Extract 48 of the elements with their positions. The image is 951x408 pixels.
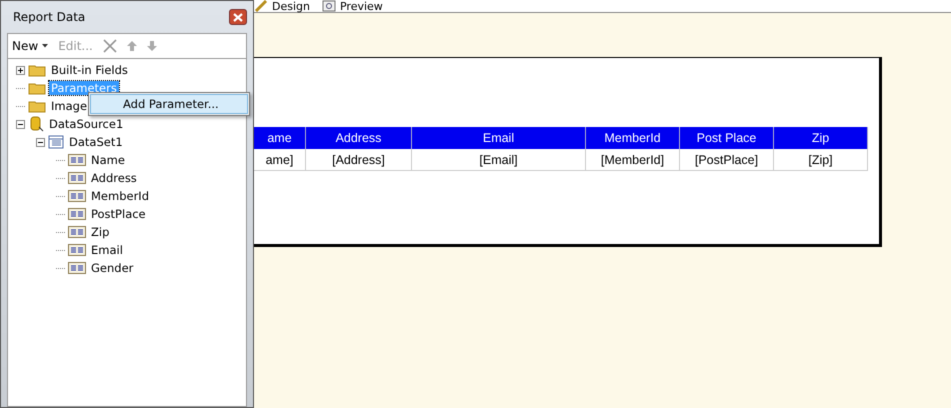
column-header: Address — [306, 127, 412, 149]
tab[interactable]: Preview — [340, 0, 383, 12]
table-cell: [Address] — [306, 149, 412, 171]
field-icon — [68, 244, 86, 256]
table-cell: [Email] — [412, 149, 586, 171]
field-icon — [68, 262, 86, 274]
folder-icon — [28, 99, 46, 113]
menu-item[interactable]: Add Parameter... — [90, 94, 248, 114]
column-header: Email — [412, 127, 586, 149]
preview-icon — [322, 0, 336, 12]
column-header: Post Place — [680, 127, 774, 149]
pencil-icon — [254, 0, 268, 12]
new-dropdown[interactable]: New — [12, 39, 48, 53]
table-cell: ame] — [254, 149, 306, 171]
tab[interactable]: Design — [272, 0, 310, 12]
tree-item[interactable]: DataSource1 — [47, 117, 126, 131]
field-icon — [68, 226, 86, 238]
column-header: MemberId — [586, 127, 680, 149]
window-title: Report Data — [13, 10, 86, 24]
expand-icon[interactable] — [16, 66, 25, 74]
tree-item[interactable]: PostPlace — [89, 207, 148, 221]
tree-item[interactable]: Gender — [89, 261, 136, 275]
table-icon — [48, 135, 64, 149]
field-icon — [68, 154, 86, 166]
table-cell: [PostPlace] — [680, 149, 774, 171]
tree-item[interactable]: MemberId — [89, 189, 151, 203]
tree-item[interactable]: Email — [89, 243, 125, 257]
tree-item[interactable]: DataSet1 — [67, 135, 125, 149]
folder-icon — [28, 63, 46, 77]
field-icon — [68, 172, 86, 184]
field-icon — [68, 190, 86, 202]
caret-icon — [42, 44, 48, 48]
tree-item[interactable]: Address — [89, 171, 139, 185]
tree-item[interactable]: Built-in Fields — [49, 63, 130, 77]
table-cell: [Zip] — [774, 149, 868, 171]
column-header: Zip — [774, 127, 868, 149]
column-header: ame — [254, 127, 306, 149]
database-icon — [28, 116, 44, 132]
close-icon — [233, 12, 243, 22]
folder-icon — [28, 81, 46, 95]
collapse-icon[interactable] — [16, 120, 25, 128]
tree-item[interactable]: Name — [89, 153, 127, 167]
field-icon — [68, 208, 86, 220]
tree-item[interactable]: Image — [49, 99, 90, 113]
table-cell: [MemberId] — [586, 149, 680, 171]
tree-item[interactable]: Zip — [89, 225, 112, 239]
collapse-icon[interactable] — [36, 138, 45, 146]
close-button[interactable] — [229, 9, 247, 25]
